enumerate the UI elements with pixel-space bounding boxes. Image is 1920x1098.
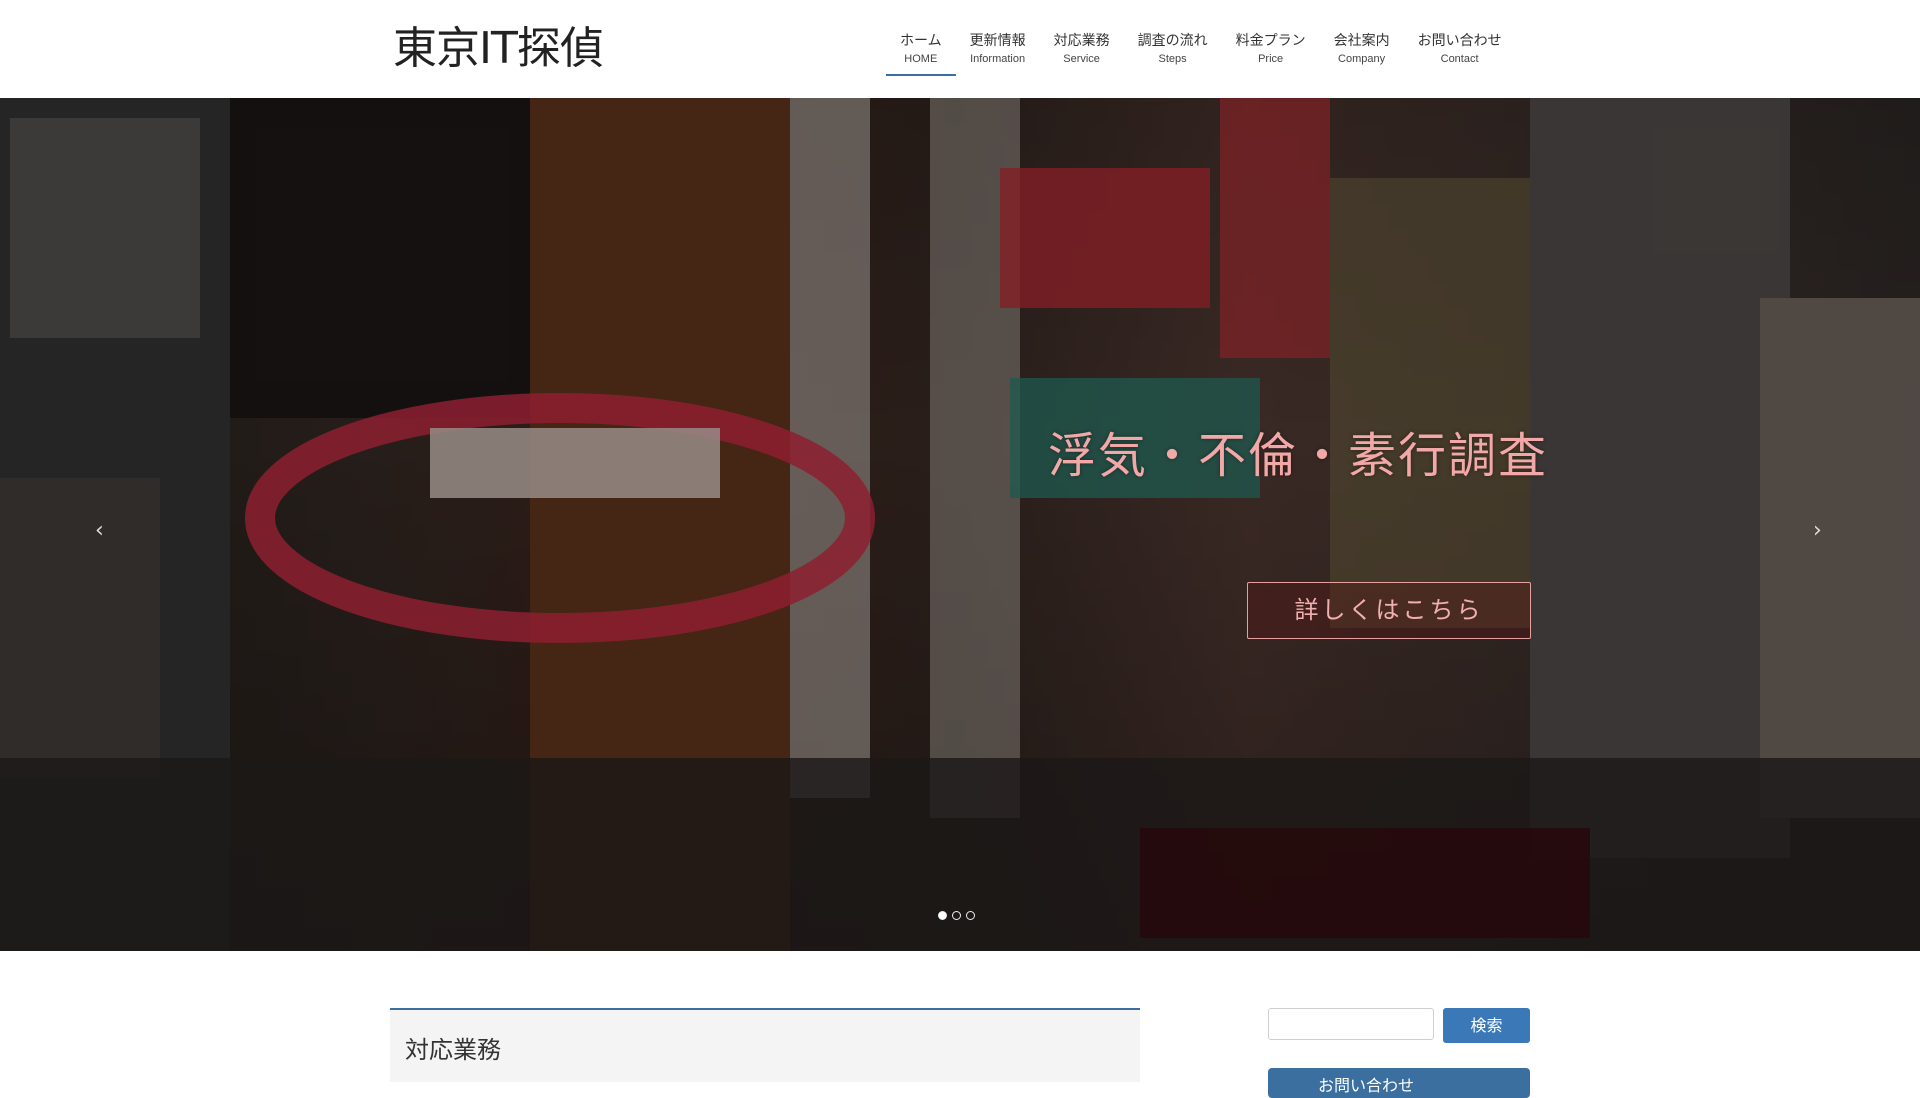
hero-overlay bbox=[0, 98, 1920, 951]
section-title: 対応業務 bbox=[405, 1036, 501, 1064]
nav-label-en: Price bbox=[1258, 53, 1284, 65]
nav-label-jp: 対応業務 bbox=[1053, 33, 1110, 49]
hero-cta-button[interactable]: 詳しくはこちら bbox=[1247, 582, 1531, 639]
hero-title: 浮気・不倫・素行調査 bbox=[1048, 428, 1549, 484]
nav-label-en: Company bbox=[1338, 53, 1386, 65]
nav-item-information[interactable]: 更新情報 Information bbox=[956, 30, 1040, 76]
section-header: 対応業務 bbox=[390, 1008, 1140, 1082]
slider-next-icon[interactable]: › bbox=[1813, 518, 1822, 543]
nav-label-jp: 料金プラン bbox=[1235, 33, 1306, 49]
slider-dot[interactable] bbox=[966, 911, 975, 920]
nav-label-jp: 更新情報 bbox=[969, 33, 1026, 49]
nav-label-jp: 会社案内 bbox=[1333, 33, 1390, 49]
nav-label-jp: ホーム bbox=[900, 33, 942, 49]
nav-label-jp: 調査の流れ bbox=[1137, 33, 1208, 49]
nav-label-en: Steps bbox=[1158, 53, 1187, 65]
global-nav: ホーム HOME 更新情報 Information 対応業務 Service 調… bbox=[886, 30, 1516, 98]
nav-item-price[interactable]: 料金プラン Price bbox=[1222, 30, 1320, 76]
site-header: 東京IT探偵 ホーム HOME 更新情報 Information 対応業務 Se… bbox=[0, 0, 1920, 98]
nav-label-en: Contact bbox=[1440, 53, 1479, 65]
slider-pagination bbox=[938, 911, 975, 920]
nav-label-jp: お問い合わせ bbox=[1417, 33, 1502, 49]
nav-label-en: Information bbox=[970, 53, 1026, 65]
search-button[interactable]: 検索 bbox=[1443, 1008, 1530, 1043]
nav-item-service[interactable]: 対応業務 Service bbox=[1040, 30, 1124, 76]
nav-item-contact[interactable]: お問い合わせ Contact bbox=[1404, 30, 1516, 76]
contact-button[interactable]: お問い合わせ bbox=[1268, 1068, 1530, 1098]
nav-item-steps[interactable]: 調査の流れ Steps bbox=[1124, 30, 1222, 76]
nav-item-company[interactable]: 会社案内 Company bbox=[1320, 30, 1404, 76]
nav-label-en: HOME bbox=[904, 53, 938, 65]
slider-prev-icon[interactable]: ‹ bbox=[95, 518, 104, 543]
slider-dot[interactable] bbox=[938, 911, 947, 920]
hero-slider: 浮気・不倫・素行調査 詳しくはこちら ‹ › bbox=[0, 98, 1920, 951]
slider-dot[interactable] bbox=[952, 911, 961, 920]
nav-label-en: Service bbox=[1063, 53, 1100, 65]
site-logo[interactable]: 東京IT探偵 bbox=[393, 22, 604, 76]
nav-item-home[interactable]: ホーム HOME bbox=[886, 30, 956, 76]
search-input[interactable] bbox=[1268, 1008, 1434, 1040]
contact-button-label: お問い合わせ bbox=[1318, 1076, 1415, 1095]
